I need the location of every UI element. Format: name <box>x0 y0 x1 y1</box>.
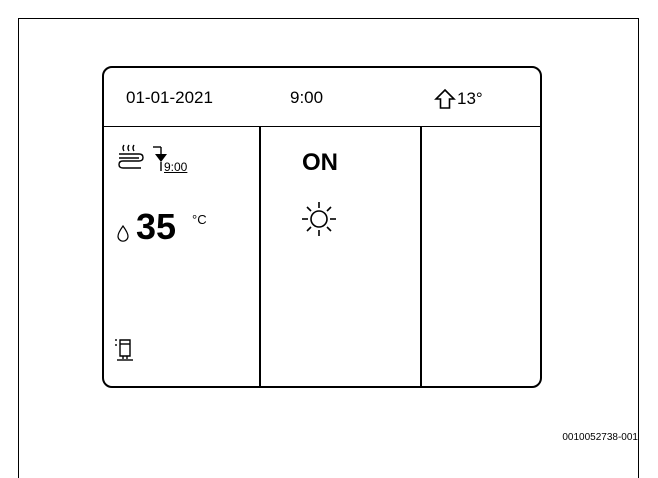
water-drop-icon <box>117 225 129 242</box>
compressor-icon <box>115 339 133 361</box>
document-id: 0010052738-001 <box>562 432 638 443</box>
operating-status: ON <box>302 149 338 176</box>
outdoor-temp-value: 13° <box>457 89 483 108</box>
controller-display: 01-01-2021 9:00 13° 9:00 35 °C ON <box>102 66 542 388</box>
panel-divider-left <box>259 127 261 386</box>
date-label: 01-01-2021 <box>126 88 213 107</box>
temperature-unit: °C <box>192 212 207 227</box>
sun-icon[interactable] <box>299 199 339 239</box>
time-label: 9:00 <box>290 88 324 107</box>
water-temperature-value: 35 <box>136 206 177 247</box>
house-icon <box>434 88 456 109</box>
status-header: 01-01-2021 9:00 13° <box>104 68 540 127</box>
timer-time-label: 9:00 <box>164 160 188 174</box>
heating-icon[interactable] <box>117 144 145 170</box>
outdoor-temperature: 13° <box>434 88 483 110</box>
panel-divider-right <box>420 127 422 386</box>
